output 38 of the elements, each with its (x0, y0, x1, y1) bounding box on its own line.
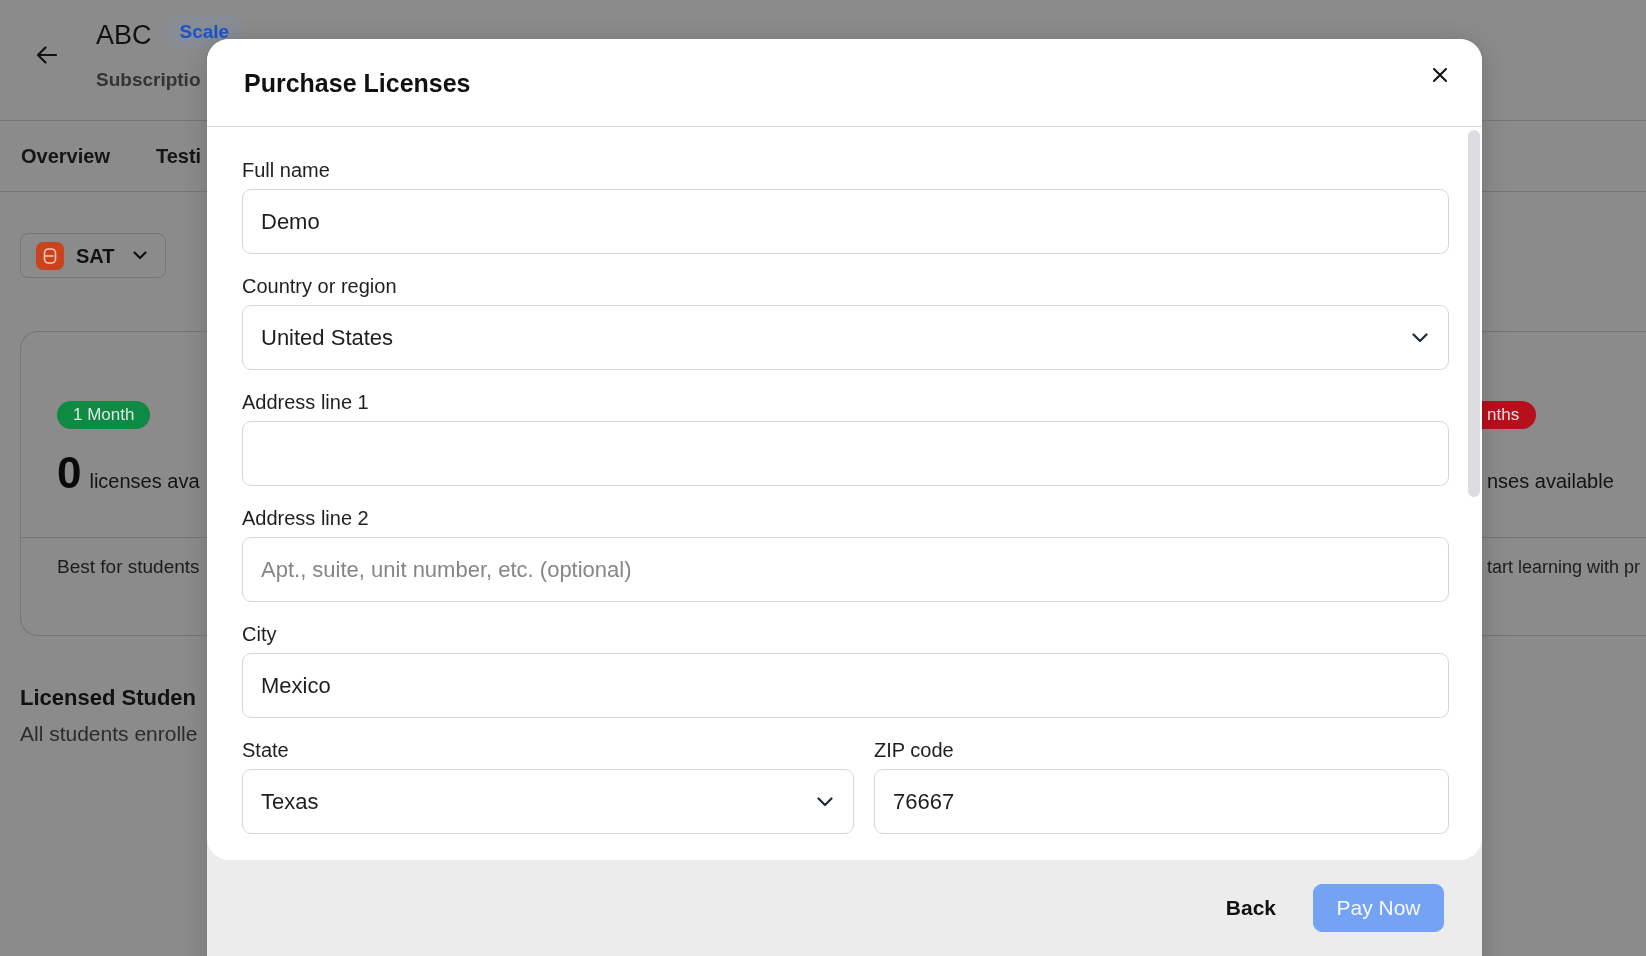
close-icon (1432, 67, 1448, 83)
back-button[interactable]: Back (1213, 884, 1288, 932)
duration-label: 1 Month (57, 401, 151, 429)
count-caption: licenses ava (89, 469, 200, 494)
dropdown-field[interactable]: Texas (242, 769, 854, 834)
field-label: Country or region (242, 274, 397, 298)
chevron-down-icon (133, 251, 147, 260)
exam-dropdown[interactable]: SAT (20, 233, 166, 278)
input-field[interactable]: 76667 (874, 769, 1449, 834)
duration-label: nths (1482, 401, 1537, 429)
field-label: City (242, 622, 277, 646)
plan-description: Best for students (57, 555, 200, 579)
logo-icon (36, 241, 64, 270)
chevron-down-icon (1412, 332, 1428, 343)
field-label: Address line 1 (242, 390, 369, 414)
input-field[interactable] (242, 421, 1449, 486)
plan-description: tart learning with pr (1486, 556, 1641, 579)
input-field[interactable]: Demo (242, 189, 1449, 254)
chevron-down-icon (817, 796, 833, 807)
input-field[interactable]: Apt., suite, unit number, etc. (optional) (242, 537, 1449, 602)
license-count: 0 (57, 451, 82, 495)
back-arrow-icon[interactable] (36, 46, 57, 64)
tab[interactable]: Testi (155, 141, 202, 171)
dropdown-field[interactable]: United States (242, 305, 1449, 370)
scrollbar-thumb[interactable] (1468, 130, 1480, 497)
plan-label: Scale (165, 15, 244, 49)
field-label: Full name (242, 158, 330, 182)
field-label: ZIP code (874, 738, 954, 762)
field-label: Address line 2 (242, 506, 369, 530)
input-field[interactable]: Mexico (242, 653, 1449, 718)
dialog-title: Purchase Licenses (244, 68, 471, 98)
section-title: Licensed Studen (20, 684, 197, 712)
count-caption: nses available (1487, 469, 1614, 494)
page-subtitle: Subscriptio (96, 68, 201, 92)
page-title: ABC (96, 19, 152, 52)
tab[interactable]: Overview (21, 141, 110, 171)
field-label: State (242, 738, 289, 762)
section-subtitle: All students enrolle (20, 721, 198, 747)
